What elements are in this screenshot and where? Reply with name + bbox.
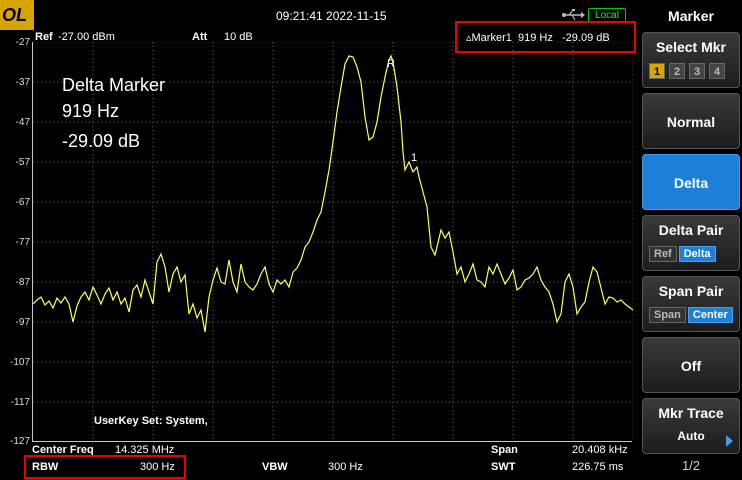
normal-label: Normal — [666, 114, 716, 130]
y-tick: -97 — [15, 317, 30, 328]
marker-number-selector: 1 2 3 4 — [649, 63, 725, 79]
brand-logo: OL — [0, 0, 34, 30]
delta-marker-freq: 919 Hz — [62, 101, 120, 121]
swt-label: SWT — [491, 461, 516, 473]
center-option[interactable]: Center — [687, 307, 733, 323]
y-tick: -47 — [15, 117, 30, 128]
delta-label: Delta — [673, 175, 709, 191]
delta-button[interactable]: Delta — [642, 154, 740, 210]
delta-pair-button[interactable]: Delta Pair Ref Delta — [642, 215, 740, 271]
ref-marker-label: R — [387, 58, 395, 70]
y-tick: -67 — [15, 197, 30, 208]
menu-title: Marker — [668, 8, 714, 24]
rbw-value: 300 Hz — [140, 461, 175, 473]
y-tick: -37 — [15, 77, 30, 88]
marker-1-option[interactable]: 1 — [649, 63, 665, 79]
span-label: Span — [491, 444, 518, 456]
vbw-value: 300 Hz — [328, 461, 363, 473]
rbw-label: RBW — [32, 461, 59, 473]
select-mkr-button[interactable]: Select Mkr 1 2 3 4 — [642, 32, 740, 88]
delta-option[interactable]: Delta — [678, 246, 716, 262]
usb-icon — [562, 9, 585, 21]
span-option[interactable]: Span — [649, 307, 686, 323]
delta-pair-toggle: Ref Delta — [649, 246, 716, 262]
delta-marker-title: Delta Marker — [62, 75, 166, 95]
y-tick: -77 — [15, 237, 30, 248]
chevron-right-icon — [726, 435, 733, 447]
y-tick: -117 — [10, 397, 30, 408]
off-button[interactable]: Off — [642, 337, 740, 393]
span-value: 20.408 kHz — [572, 444, 628, 456]
delta-marker-level: -29.09 dB — [62, 131, 141, 151]
span-pair-toggle: Span Center — [649, 307, 733, 323]
marker-3-option[interactable]: 3 — [689, 63, 705, 79]
spectrum-graticule — [33, 42, 633, 442]
span-pair-button[interactable]: Span Pair Span Center — [642, 276, 740, 332]
y-tick: -107 — [9, 357, 30, 368]
vbw-label: VBW — [262, 461, 288, 473]
marker-2-option[interactable]: 2 — [669, 63, 685, 79]
spectrum-plot[interactable] — [32, 42, 633, 442]
ref-option[interactable]: Ref — [649, 246, 677, 262]
y-tick: -27 — [15, 37, 30, 48]
swt-value: 226.75 ms — [572, 461, 624, 473]
select-mkr-label: Select Mkr — [655, 39, 727, 55]
marker-softkey-menu: Marker Select Mkr 1 2 3 4 Normal Delta D… — [640, 0, 742, 480]
datetime: 09:21:41 2022-11-15 — [276, 9, 387, 23]
off-label: Off — [680, 358, 702, 374]
normal-button[interactable]: Normal — [642, 93, 740, 149]
mkr-trace-label: Mkr Trace — [658, 405, 724, 421]
userkey-status: UserKey Set: System, — [94, 415, 208, 427]
mkr-trace-value: Auto — [677, 429, 705, 443]
y-tick: -57 — [15, 157, 30, 168]
marker-4-option[interactable]: 4 — [709, 63, 725, 79]
mkr-trace-button[interactable]: Mkr Trace Auto — [642, 398, 740, 454]
y-tick: -127 — [9, 436, 30, 447]
y-tick: -87 — [15, 277, 30, 288]
span-pair-label: Span Pair — [658, 283, 724, 299]
marker-1-label: 1 — [411, 152, 418, 164]
menu-page-indicator[interactable]: 1/2 — [640, 458, 742, 473]
delta-pair-label: Delta Pair — [658, 222, 724, 238]
